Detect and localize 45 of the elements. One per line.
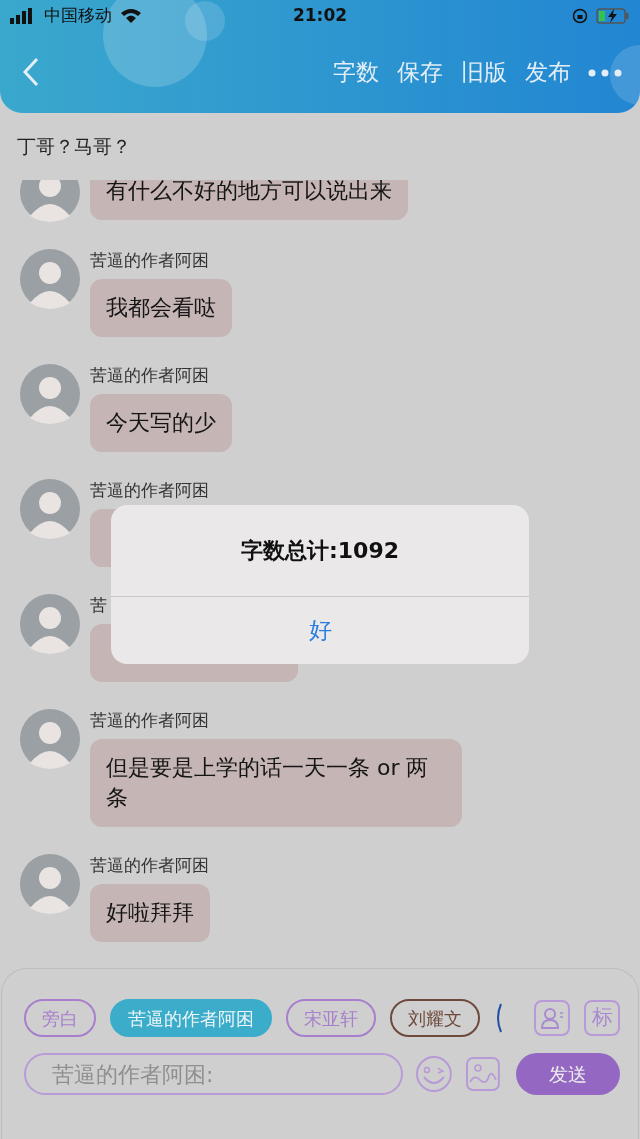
- message-bubble: 但是要是上学的话一天一条 or 两条: [90, 739, 462, 827]
- message-bubble: 有什么不好的地方可以说出来: [90, 180, 408, 220]
- more-icon: [588, 68, 622, 77]
- tag-button[interactable]: 标: [584, 1000, 620, 1036]
- role-chip[interactable]: 苦逼的作者阿困: [110, 999, 272, 1037]
- header-action[interactable]: 字数: [324, 54, 388, 90]
- avatar: [20, 479, 80, 539]
- wifi-icon: [120, 8, 142, 24]
- message-bubble: 今天写的少: [90, 394, 232, 452]
- ok-button[interactable]: 好: [111, 597, 529, 664]
- header-action[interactable]: 旧版: [452, 54, 516, 90]
- alert-title: 字数总计:1092: [241, 537, 399, 565]
- back-button[interactable]: [22, 57, 40, 87]
- person-icon: [540, 1006, 564, 1030]
- battery-icon: [596, 8, 630, 24]
- message-input[interactable]: 苦逼的作者阿困:: [24, 1053, 403, 1095]
- back-icon: [22, 57, 40, 87]
- image-icon[interactable]: [464, 1056, 501, 1092]
- header-action[interactable]: 保存: [388, 54, 452, 90]
- role-chip[interactable]: 宋亚轩: [286, 999, 376, 1037]
- send-button[interactable]: 发送: [516, 1053, 620, 1095]
- sender-name: 苦逼的作者阿困: [90, 364, 209, 386]
- message-bubble: 我都会看哒: [90, 279, 232, 337]
- carrier-name: 中国移动: [44, 4, 112, 28]
- sender-name: 苦逼的作者阿困: [90, 479, 209, 501]
- sender-name: 苦逼的作者阿困: [90, 854, 209, 876]
- avatar: [20, 854, 80, 914]
- avatar: [20, 364, 80, 424]
- header-decoration: [610, 45, 640, 105]
- chat-topic: 丁哥？马哥？: [17, 134, 131, 160]
- avatar: [20, 709, 80, 769]
- sender-name: 苦逼的作者阿困: [90, 249, 209, 271]
- rotation-lock-icon: [572, 8, 588, 24]
- avatar: [20, 180, 80, 222]
- role-chip[interactable]: 旁白: [24, 999, 96, 1037]
- character-button[interactable]: [534, 1000, 570, 1036]
- header-action[interactable]: 发布: [516, 54, 580, 90]
- role-chip[interactable]: 刘耀文: [390, 999, 480, 1037]
- avatar: [20, 249, 80, 309]
- clock-time: 21:02: [292, 5, 348, 26]
- smiley-icon[interactable]: [414, 1055, 453, 1093]
- sender-name: 苦逼的作者阿困: [90, 709, 209, 731]
- message-bubble: 好啦拜拜: [90, 884, 210, 942]
- sender-name: 苦: [90, 594, 107, 616]
- avatar: [20, 594, 80, 654]
